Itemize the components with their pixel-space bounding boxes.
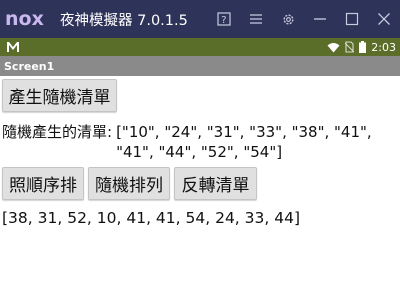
maximize-icon[interactable] [336,0,368,38]
close-icon[interactable] [368,0,400,38]
battery-icon [359,41,367,53]
emulator-title: 夜神模擬器 7.0.1.5 [60,12,188,29]
svg-text:?: ? [221,15,226,26]
random-list-label: 隨機產生的清單: [2,123,113,141]
status-time: 2:03 [371,40,396,54]
generate-list-button[interactable]: 產生隨機清單 [2,79,117,112]
random-list-row: 隨機產生的清單: ["10", "24", "31", "33", "38", … [2,122,398,162]
minimize-icon[interactable] [304,0,336,38]
svg-text:nox: nox [5,8,44,30]
menu-icon[interactable] [240,0,272,38]
emulator-window-controls: ? [208,0,400,38]
nox-logo-icon: nox [5,8,44,30]
random-list-value: ["10", "24", "31", "33", "38", "41", "41… [116,123,372,161]
shuffle-button[interactable]: 隨機排列 [88,167,170,200]
settings-icon[interactable] [272,0,304,38]
wifi-icon [327,42,340,52]
sort-button[interactable]: 照順序排 [2,167,84,200]
m-notification-icon [7,42,19,52]
no-sim-icon [345,41,355,53]
android-status-bar: 2:03 [0,38,400,56]
screen-title: Screen1 [4,59,55,73]
reverse-list-button[interactable]: 反轉清單 [174,167,257,200]
emulator-title-bar: nox 夜神模擬器 7.0.1.5 ? [0,0,400,38]
app-title-bar: Screen1 [0,56,400,76]
help-icon[interactable]: ? [208,0,240,38]
result-list: [38, 31, 52, 10, 41, 41, 54, 24, 33, 44] [2,209,301,227]
